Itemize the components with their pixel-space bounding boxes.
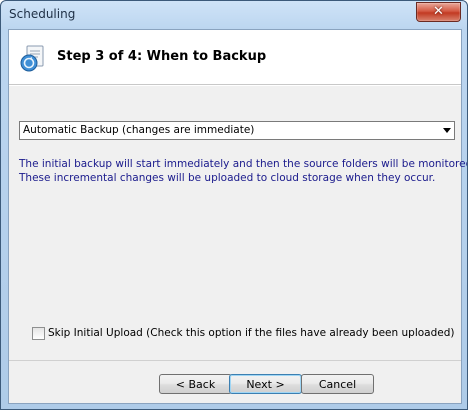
title-bar[interactable]: Scheduling ✕ xyxy=(1,1,467,29)
next-button[interactable]: Next > xyxy=(229,374,302,394)
schedule-description: The initial backup will start immediatel… xyxy=(19,157,468,185)
scheduling-window: Scheduling ✕ Step 3 of 4: When to Backup… xyxy=(0,0,468,410)
window-title: Scheduling xyxy=(9,7,76,21)
cancel-button[interactable]: Cancel xyxy=(301,374,374,394)
description-line-2: These incremental changes will be upload… xyxy=(19,172,436,184)
backup-schedule-dropdown[interactable]: Automatic Backup (changes are immediate) xyxy=(19,121,455,140)
dropdown-selected-value: Automatic Backup (changes are immediate) xyxy=(23,124,255,136)
footer-divider xyxy=(9,360,461,361)
close-icon: ✕ xyxy=(433,4,444,19)
header-divider xyxy=(9,85,461,86)
chevron-down-icon xyxy=(443,128,451,133)
description-line-1: The initial backup will start immediatel… xyxy=(19,158,468,170)
page-title: Step 3 of 4: When to Backup xyxy=(57,49,267,64)
skip-initial-upload-checkbox[interactable] xyxy=(32,327,45,340)
wizard-client-area: Step 3 of 4: When to Backup Automatic Ba… xyxy=(8,29,468,404)
close-button[interactable]: ✕ xyxy=(416,2,461,22)
skip-initial-upload-label: Skip Initial Upload (Check this option i… xyxy=(48,327,455,339)
back-button[interactable]: < Back xyxy=(159,374,232,394)
wizard-header: Step 3 of 4: When to Backup xyxy=(9,30,461,85)
backup-wizard-icon xyxy=(20,45,44,72)
